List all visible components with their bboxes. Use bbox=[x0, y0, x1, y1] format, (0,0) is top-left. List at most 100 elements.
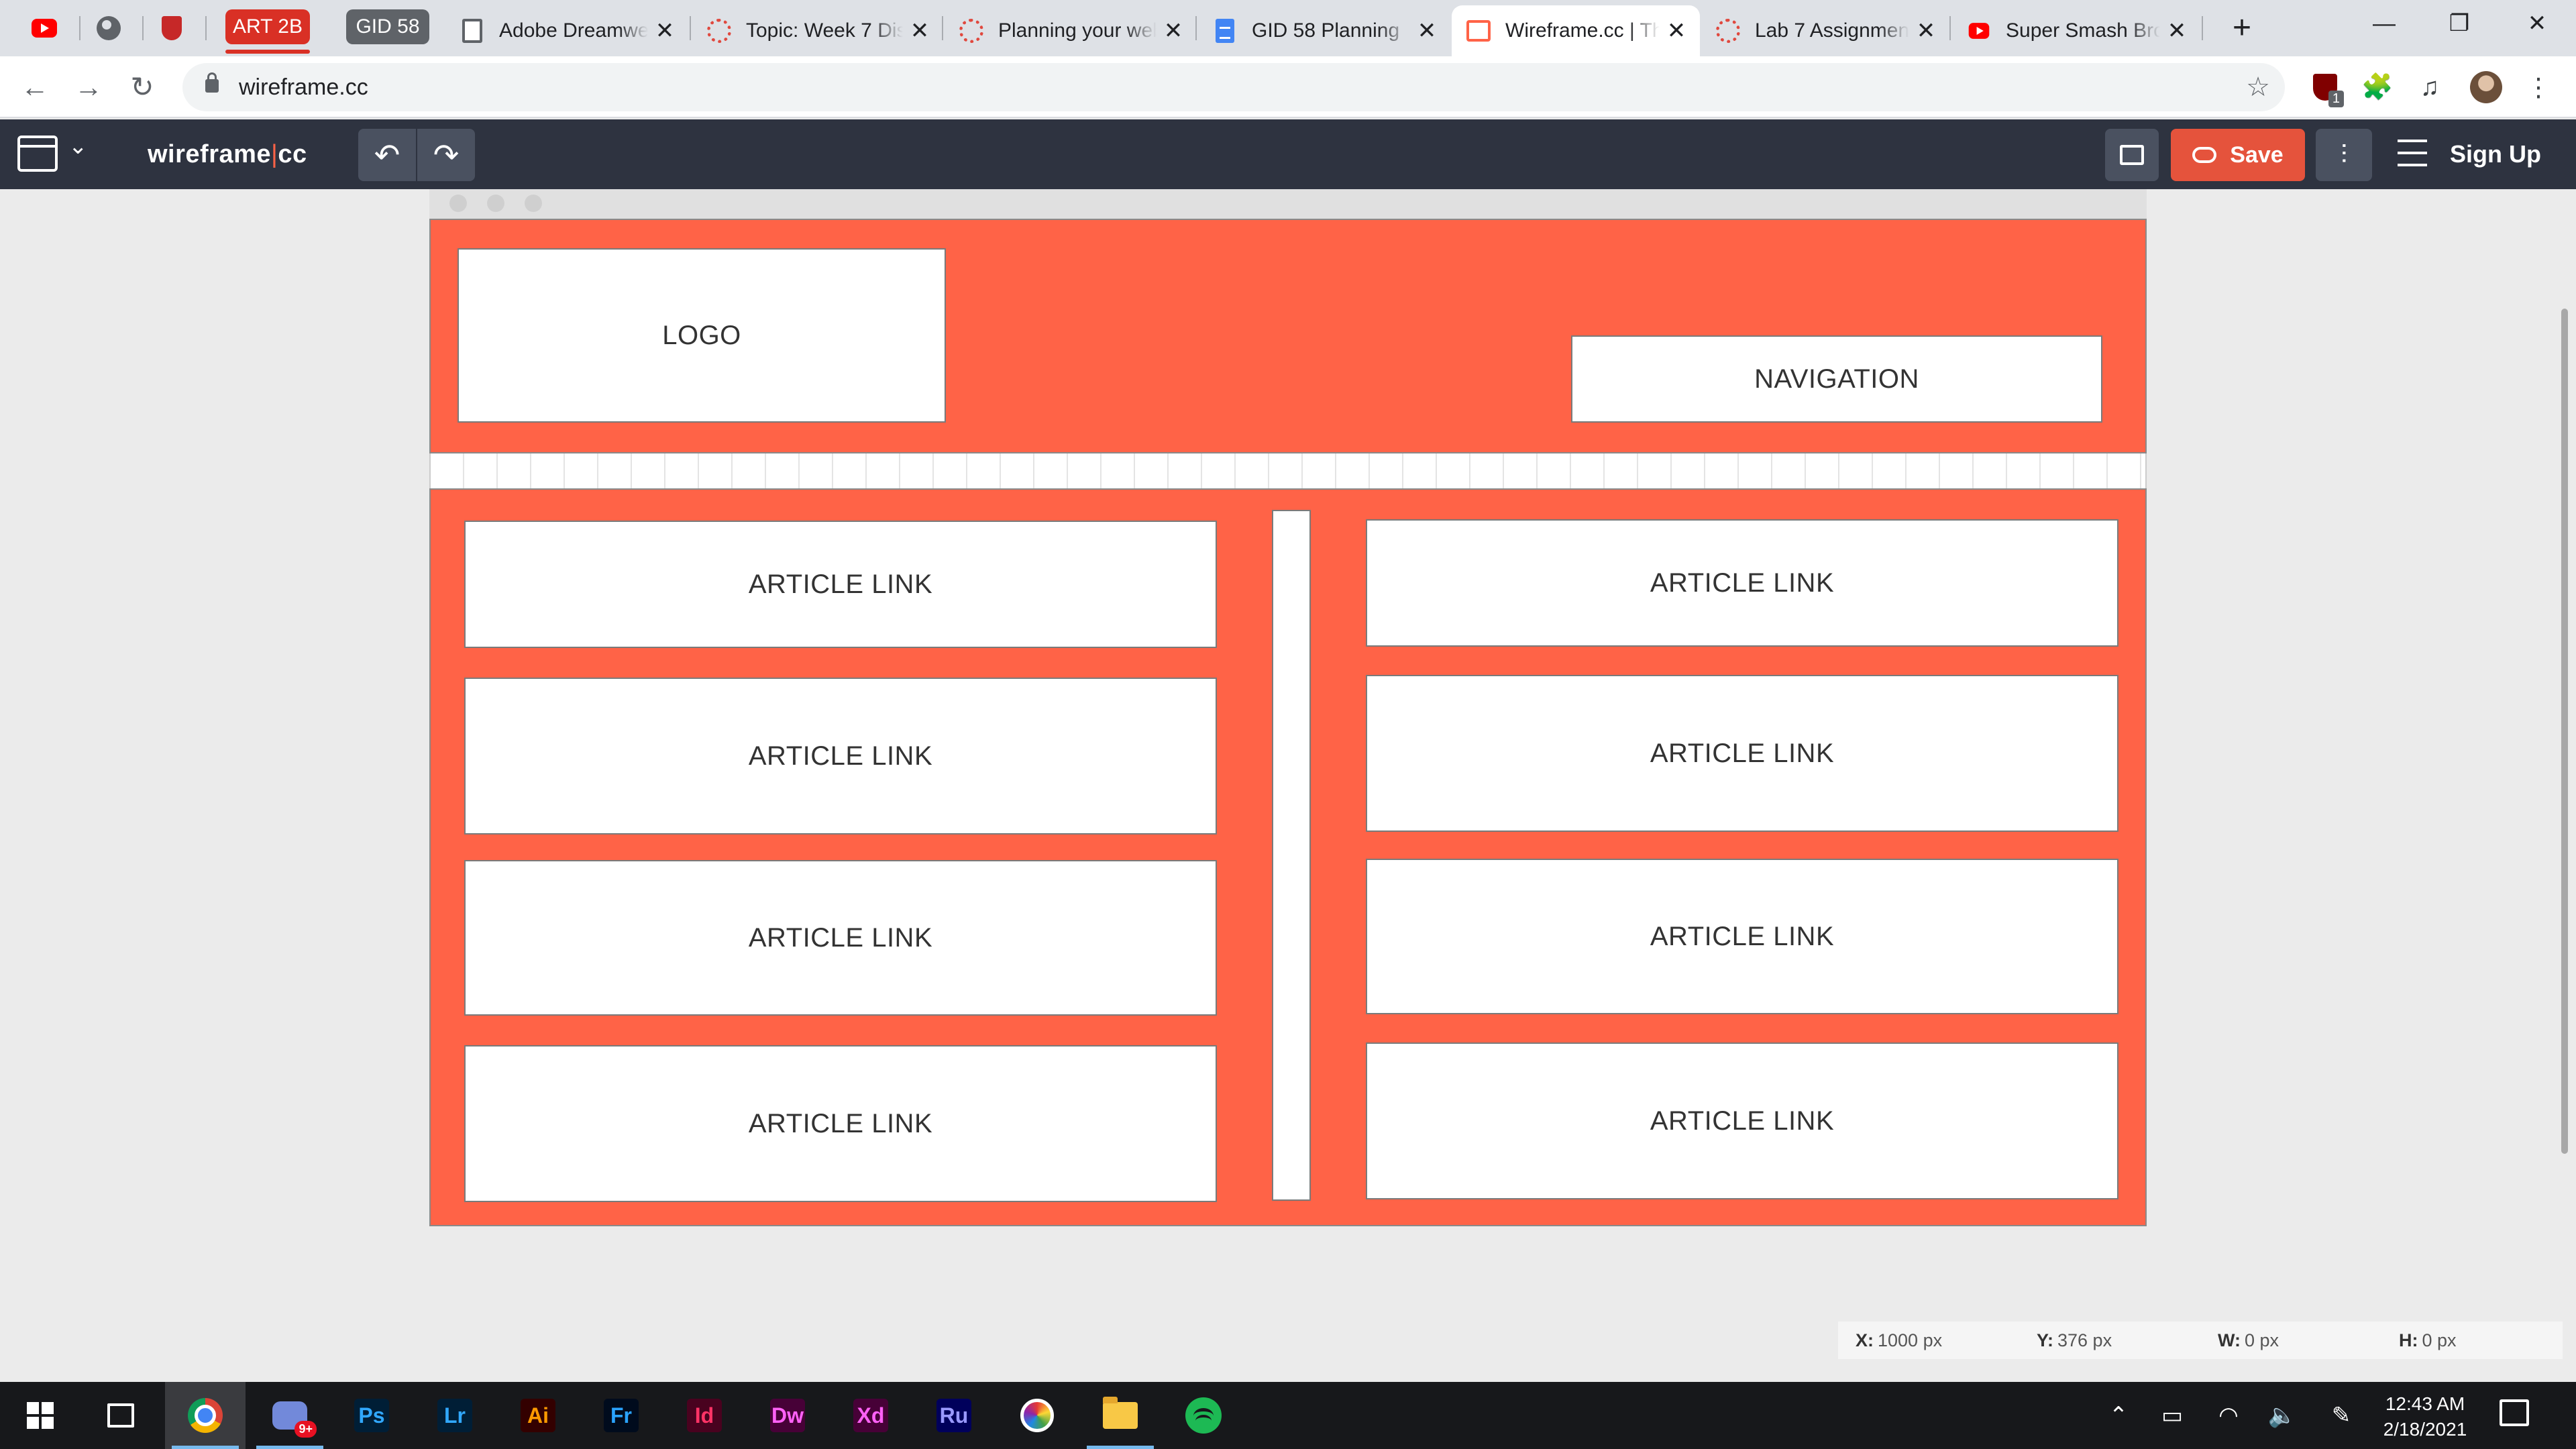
taskbar-dreamweaver[interactable]: Dw bbox=[747, 1382, 828, 1449]
article-link-box[interactable]: ARTICLE LINK bbox=[464, 678, 1217, 835]
close-icon[interactable]: ✕ bbox=[908, 19, 931, 42]
sign-up-link[interactable]: Sign Up bbox=[2450, 119, 2541, 189]
fresco-icon: Fr bbox=[604, 1399, 639, 1432]
chrome-menu-icon[interactable]: ⋮ bbox=[2522, 71, 2555, 103]
tab-super-smash-bros[interactable]: Super Smash Bros ✕ bbox=[1952, 5, 2200, 56]
close-icon[interactable]: ✕ bbox=[1915, 19, 1937, 42]
close-icon[interactable]: ✕ bbox=[653, 19, 676, 42]
sidebar-column-box[interactable] bbox=[1272, 510, 1311, 1201]
lock-icon[interactable] bbox=[205, 72, 219, 93]
tab-separator bbox=[942, 16, 943, 40]
windows-taskbar: 9+ Ps Lr Ai Fr Id Dw Xd Ru ⌃ ▭ ◠ 🔈 ✎ 12:… bbox=[0, 1382, 2576, 1449]
tab-gid-58-planning[interactable]: GID 58 Planning ✕ bbox=[1198, 5, 1450, 56]
doc-icon bbox=[460, 19, 484, 43]
article-link-box[interactable]: ARTICLE LINK bbox=[464, 1045, 1217, 1202]
minimize-button[interactable]: — bbox=[2347, 0, 2422, 47]
tab-planning-your-website[interactable]: Planning your website ✕ bbox=[945, 5, 1197, 56]
close-icon[interactable]: ✕ bbox=[1665, 19, 1688, 42]
navigation-box[interactable]: NAVIGATION bbox=[1571, 335, 2102, 423]
media-control-icon[interactable]: ♫ bbox=[2414, 71, 2446, 103]
taskbar-file-explorer[interactable] bbox=[1080, 1382, 1161, 1449]
task-view-button[interactable] bbox=[80, 1382, 161, 1449]
chevron-down-icon[interactable]: ⌄ bbox=[68, 133, 88, 160]
xd-icon: Xd bbox=[853, 1399, 888, 1432]
notification-center-icon[interactable] bbox=[2500, 1399, 2529, 1426]
close-icon[interactable]: ✕ bbox=[1162, 19, 1185, 42]
taskbar-lightroom[interactable]: Lr bbox=[415, 1382, 495, 1449]
tab-title: Wireframe.cc | The bbox=[1505, 19, 1660, 42]
forward-button[interactable]: → bbox=[67, 66, 110, 109]
close-window-button[interactable]: ✕ bbox=[2500, 0, 2575, 47]
battery-icon[interactable]: ▭ bbox=[2147, 1382, 2198, 1449]
volume-icon[interactable]: 🔈 bbox=[2257, 1382, 2308, 1449]
bookmark-star-icon[interactable]: ☆ bbox=[2246, 63, 2270, 111]
tab-adobe-dreamweaver[interactable]: Adobe Dreamweaver ✕ bbox=[445, 5, 688, 56]
new-tab-button[interactable]: + bbox=[2224, 11, 2259, 46]
tab-group-gid-58[interactable]: GID 58 bbox=[346, 9, 429, 44]
taskbar-rush[interactable]: Ru bbox=[914, 1382, 994, 1449]
chrome-icon bbox=[188, 1398, 223, 1433]
tray-overflow-icon[interactable]: ⌃ bbox=[2093, 1382, 2144, 1449]
taskbar-clock[interactable]: 12:43 AM 2/18/2021 bbox=[2368, 1391, 2482, 1442]
back-button[interactable]: ← bbox=[13, 66, 56, 109]
hamburger-menu-icon[interactable] bbox=[2398, 140, 2427, 166]
taskbar-chrome[interactable] bbox=[165, 1382, 246, 1449]
address-bar[interactable]: wireframe.cc ☆ bbox=[182, 63, 2285, 111]
undo-button[interactable]: ↶ bbox=[358, 129, 416, 181]
tab-title: GID 58 Planning bbox=[1252, 19, 1400, 42]
tab-group-art-2b[interactable]: ART 2B bbox=[225, 9, 310, 44]
start-button[interactable] bbox=[0, 1382, 80, 1449]
comment-icon bbox=[2120, 145, 2144, 165]
content-block[interactable]: ARTICLE LINK ARTICLE LINK ARTICLE LINK A… bbox=[429, 488, 2147, 1226]
reload-button[interactable]: ↻ bbox=[121, 66, 164, 109]
tab-separator bbox=[1949, 16, 1951, 40]
canvas-icon bbox=[959, 19, 983, 43]
taskbar-illustrator[interactable]: Ai bbox=[498, 1382, 578, 1449]
vertical-scrollbar[interactable] bbox=[2561, 309, 2568, 1154]
tab-title: Lab 7 Assignment bbox=[1755, 19, 1909, 42]
url-text[interactable]: wireframe.cc bbox=[239, 63, 368, 111]
wireframe-icon bbox=[1466, 19, 1491, 43]
profile-avatar[interactable] bbox=[2470, 71, 2502, 103]
restore-button[interactable]: ❐ bbox=[2422, 0, 2497, 47]
close-icon[interactable]: ✕ bbox=[1415, 19, 1438, 42]
clock-date: 2/18/2021 bbox=[2383, 1419, 2467, 1440]
ublock-extension[interactable]: 1 bbox=[2309, 71, 2344, 107]
app-toolbar: ⌄ wireframe|cc ↶ ↷ Save ⫶ Sign Up bbox=[0, 119, 2576, 189]
taskbar-xd[interactable]: Xd bbox=[830, 1382, 911, 1449]
shield-icon bbox=[162, 16, 182, 40]
tab-wireframe-cc[interactable]: Wireframe.cc | The ✕ bbox=[1452, 5, 1700, 56]
window-menu-icon[interactable] bbox=[17, 136, 58, 172]
comment-button[interactable] bbox=[2105, 129, 2159, 181]
tab-week-7-discussion[interactable]: Topic: Week 7 Discussion ✕ bbox=[692, 5, 943, 56]
article-link-box[interactable]: ARTICLE LINK bbox=[464, 860, 1217, 1016]
wireframe-canvas[interactable]: LOGO NAVIGATION ARTICLE LINK ARTICLE LIN… bbox=[0, 189, 2576, 1382]
folder-icon bbox=[1103, 1397, 1138, 1429]
logo-box[interactable]: LOGO bbox=[458, 248, 946, 423]
pinned-tab-shield[interactable] bbox=[156, 12, 188, 44]
taskbar-krita[interactable] bbox=[997, 1382, 1077, 1449]
tab-lab-7-assignment[interactable]: Lab 7 Assignment ✕ bbox=[1701, 5, 1949, 56]
redo-button[interactable]: ↷ bbox=[417, 129, 475, 181]
article-link-box[interactable]: ARTICLE LINK bbox=[1366, 519, 2118, 647]
article-link-box[interactable]: ARTICLE LINK bbox=[1366, 675, 2118, 832]
header-block[interactable]: LOGO NAVIGATION bbox=[429, 219, 2147, 453]
taskbar-indesign[interactable]: Id bbox=[664, 1382, 745, 1449]
pinned-tab-globe[interactable] bbox=[93, 12, 125, 44]
wifi-icon[interactable]: ◠ bbox=[2203, 1382, 2254, 1449]
article-link-box[interactable]: ARTICLE LINK bbox=[1366, 859, 2118, 1014]
save-button[interactable]: Save bbox=[2171, 129, 2305, 181]
article-link-box[interactable]: ARTICLE LINK bbox=[464, 521, 1217, 648]
taskbar-discord[interactable]: 9+ bbox=[250, 1382, 330, 1449]
article-link-box[interactable]: ARTICLE LINK bbox=[1366, 1042, 2118, 1199]
taskbar-fresco[interactable]: Fr bbox=[581, 1382, 661, 1449]
taskbar-photoshop[interactable]: Ps bbox=[331, 1382, 412, 1449]
pinned-tab-youtube[interactable] bbox=[28, 12, 60, 44]
settings-button[interactable]: ⫶ bbox=[2316, 129, 2372, 181]
taskbar-spotify[interactable] bbox=[1163, 1382, 1244, 1449]
close-icon[interactable]: ✕ bbox=[2165, 19, 2188, 42]
grid-ruler bbox=[429, 453, 2147, 488]
pen-icon[interactable]: ✎ bbox=[2316, 1382, 2367, 1449]
extensions-puzzle-icon[interactable]: 🧩 bbox=[2361, 71, 2394, 103]
clock-time: 12:43 AM bbox=[2385, 1393, 2465, 1414]
